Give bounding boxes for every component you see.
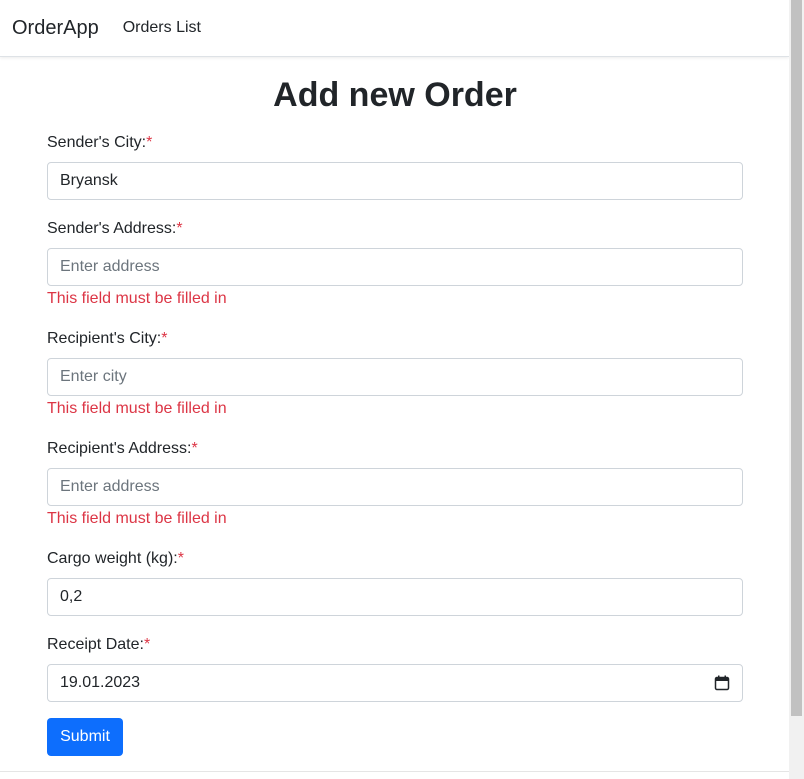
cargo-weight-input[interactable]	[47, 578, 743, 616]
cargo-weight-label: Cargo weight (kg):*	[47, 550, 184, 567]
required-asterisk: *	[177, 550, 184, 567]
calendar-icon[interactable]	[714, 675, 730, 691]
recipient-address-error: This field must be filled in	[47, 510, 227, 527]
vertical-scrollbar[interactable]	[789, 0, 804, 779]
sender-address-error: This field must be filled in	[47, 290, 227, 307]
page-bottom-divider	[0, 771, 789, 772]
scrollbar-thumb[interactable]	[791, 0, 802, 716]
recipient-address-input[interactable]	[47, 468, 743, 506]
sender-city-label: Sender's City:*	[47, 134, 153, 151]
receipt-date-value: 19.01.2023	[60, 674, 141, 691]
recipient-city-input[interactable]	[47, 358, 743, 396]
sender-address-label: Sender's Address:*	[47, 220, 183, 237]
required-asterisk: *	[161, 330, 168, 347]
nav-link-orders-list[interactable]: Orders List	[123, 19, 201, 37]
required-asterisk: *	[191, 440, 198, 457]
sender-address-input[interactable]	[47, 248, 743, 286]
recipient-address-label: Recipient's Address:*	[47, 440, 198, 457]
submit-button[interactable]: Submit	[47, 718, 123, 756]
required-asterisk: *	[143, 636, 151, 653]
required-asterisk: *	[146, 134, 153, 151]
receipt-date-input[interactable]: 19.01.2023	[47, 664, 743, 702]
navbar: OrderApp Orders List	[0, 0, 789, 57]
recipient-city-error: This field must be filled in	[47, 400, 227, 417]
sender-city-input[interactable]	[47, 162, 743, 200]
receipt-date-label: Receipt Date:*	[47, 636, 151, 653]
recipient-city-label: Recipient's City:*	[47, 330, 168, 347]
required-asterisk: *	[176, 220, 183, 237]
brand-link[interactable]: OrderApp	[12, 17, 99, 40]
page-title: Add new Order	[273, 76, 517, 114]
